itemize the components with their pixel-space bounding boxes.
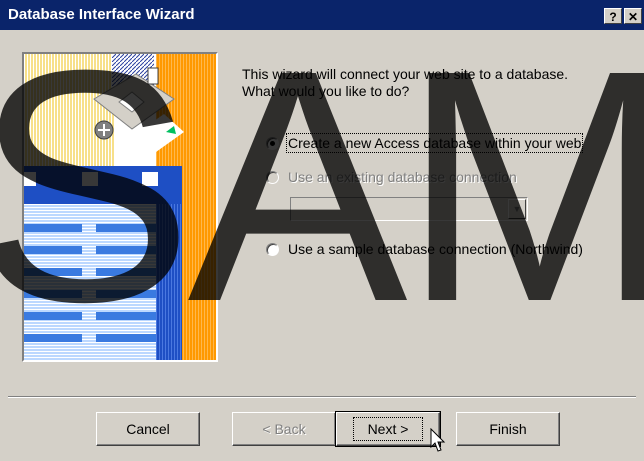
back-button-label: < Back [262,421,306,437]
chevron-down-icon: ▼ [508,199,526,219]
intro-line-2: What would you like to do? [242,83,410,99]
title-bar[interactable]: Database Interface Wizard ? ✕ [0,0,644,30]
window-title: Database Interface Wizard [8,6,195,23]
wizard-illustration [22,52,218,362]
next-button-label: Next > [352,417,424,441]
help-button[interactable]: ? [604,8,622,24]
cancel-button-label: Cancel [126,421,170,437]
radio-create-new[interactable] [266,137,279,150]
back-button: < Back [232,412,336,446]
close-button[interactable]: ✕ [624,8,642,24]
mouse-pointer-icon [430,428,446,452]
finish-button-label: Finish [489,421,527,437]
connection-select: ▼ [290,197,528,221]
finish-button[interactable]: Finish [456,412,560,446]
intro-line-1: This wizard will connect your web site t… [242,66,569,82]
option-use-sample-label[interactable]: Use a sample database connection (Northw… [288,241,583,257]
option-use-existing-label: Use an existing database connection [288,169,517,185]
cancel-button[interactable]: Cancel [96,412,200,446]
radio-use-existing [266,171,279,184]
next-button[interactable]: Next > [335,411,441,447]
radio-use-sample[interactable] [266,243,279,256]
wizard-window: Database Interface Wizard ? ✕ This wizar… [0,0,644,461]
button-separator [8,396,636,398]
intro-text: This wizard will connect your web site t… [242,66,622,100]
option-create-new-label[interactable]: Create a new Access database within your… [285,133,584,153]
